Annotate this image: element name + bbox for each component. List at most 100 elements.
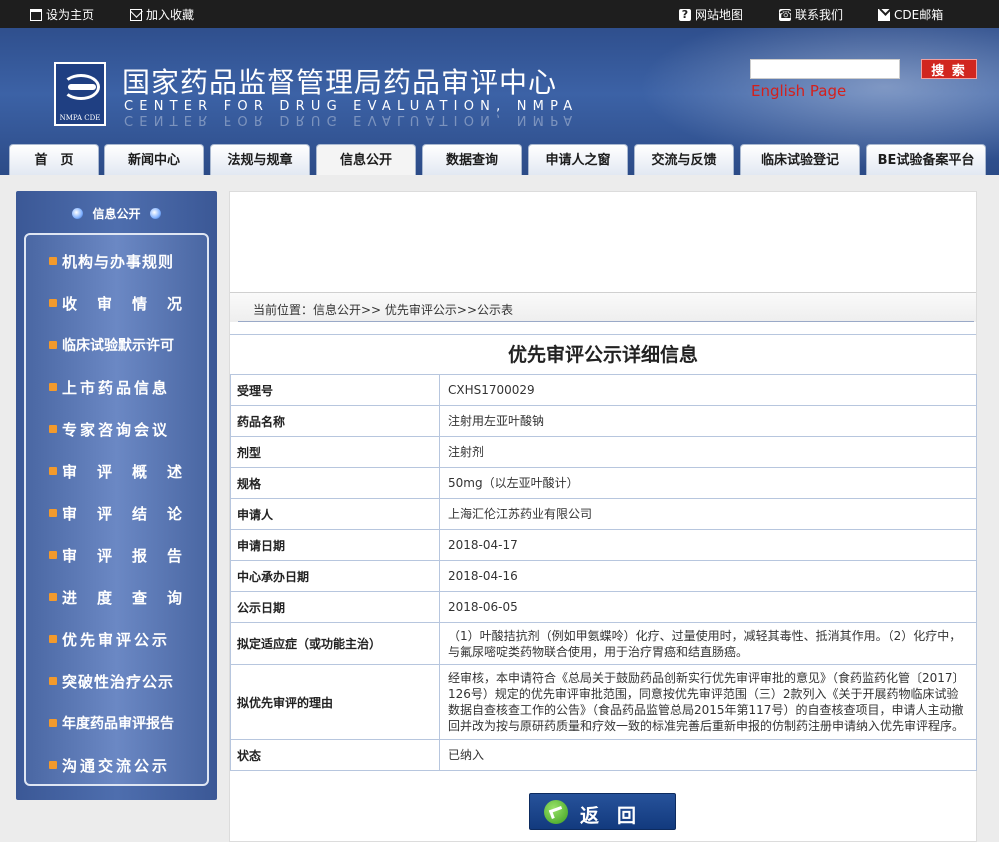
sidebar-item-priority-review[interactable]: 优先审评公示 xyxy=(26,619,207,659)
row-label: 受理号 xyxy=(230,374,440,406)
row-label: 申请人 xyxy=(230,498,440,530)
breadcrumb-bar: 当前位置：信息公开>> 优先审评公示>>公示表 xyxy=(230,292,976,322)
sidebar-item-review-report[interactable]: 审评报告 xyxy=(26,535,207,575)
rss-icon xyxy=(49,593,57,601)
main-content: 当前位置：信息公开>> 优先审评公示>>公示表 优先审评公示详细信息 受理号 C… xyxy=(229,191,977,842)
detail-table: 受理号 CXHS1700029 药品名称 注射用左亚叶酸钠 剂型 注射剂 规格 … xyxy=(230,374,977,771)
sitemap-link[interactable]: ? 网站地图 xyxy=(679,6,743,23)
cde-mail-link[interactable]: CDE邮箱 xyxy=(878,6,943,23)
sidebar-title: 信息公开 xyxy=(92,207,141,221)
sidebar-item-review-conclusion[interactable]: 审评结论 xyxy=(26,493,207,533)
top-utility-bar: 设为主页 加入收藏 ? 网站地图 ☎ 联系我们 CDE邮箱 xyxy=(0,0,999,28)
add-favorite-link[interactable]: 加入收藏 xyxy=(130,6,194,23)
row-value: 上海汇伦江苏药业有限公司 xyxy=(439,498,977,530)
rss-icon xyxy=(49,761,57,769)
nmpa-logo[interactable]: NMPA CDE xyxy=(54,62,106,126)
breadcrumb: 当前位置：信息公开>> 优先审评公示>>公示表 xyxy=(253,303,514,317)
english-page-link[interactable]: English Page xyxy=(751,82,846,100)
rss-icon xyxy=(49,383,57,391)
rss-icon xyxy=(49,509,57,517)
row-label: 公示日期 xyxy=(230,591,440,623)
rss-icon xyxy=(49,467,57,475)
table-row: 药品名称 注射用左亚叶酸钠 xyxy=(230,405,977,437)
rss-icon xyxy=(49,551,57,559)
sidebar-item-expert-meeting[interactable]: 专家咨询会议 xyxy=(26,409,207,449)
tab-regulations[interactable]: 法规与规章 xyxy=(210,144,310,175)
tab-feedback[interactable]: 交流与反馈 xyxy=(634,144,734,175)
row-value: 注射用左亚叶酸钠 xyxy=(439,405,977,437)
back-button-label: 返回 xyxy=(580,805,655,827)
row-value: （1）叶酸拮抗剂（例如甲氨蝶呤）化疗、过量使用时，减轻其毒性、抵消其作用。（2）… xyxy=(439,622,977,665)
rss-icon xyxy=(49,299,57,307)
cde-mail-label: CDE邮箱 xyxy=(894,8,944,22)
detail-title: 优先审评公示详细信息 xyxy=(230,334,976,374)
rss-icon xyxy=(49,257,57,265)
set-home-link[interactable]: 设为主页 xyxy=(30,6,94,23)
row-label: 拟优先审评的理由 xyxy=(230,664,440,740)
sidebar-item-rules[interactable]: 机构与办事规则 xyxy=(26,241,207,281)
row-label: 剂型 xyxy=(230,436,440,468)
sidebar-item-progress-query[interactable]: 进度查询 xyxy=(26,577,207,617)
table-row: 公示日期 2018-06-05 xyxy=(230,591,977,623)
row-value: 2018-06-05 xyxy=(439,591,977,623)
tab-data-query[interactable]: 数据查询 xyxy=(422,144,522,175)
rss-icon xyxy=(49,719,57,727)
row-label: 状态 xyxy=(230,739,440,771)
table-row: 拟定适应症（或功能主治） （1）叶酸拮抗剂（例如甲氨蝶呤）化疗、过量使用时，减轻… xyxy=(230,622,977,665)
tab-info-disclosure[interactable]: 信息公开 xyxy=(316,144,416,175)
row-value: CXHS1700029 xyxy=(439,374,977,406)
table-row: 中心承办日期 2018-04-16 xyxy=(230,560,977,592)
row-label: 药品名称 xyxy=(230,405,440,437)
sidebar-item-review-overview[interactable]: 审评概述 xyxy=(26,451,207,491)
row-label: 申请日期 xyxy=(230,529,440,561)
row-label: 规格 xyxy=(230,467,440,499)
rss-icon xyxy=(49,635,57,643)
table-row: 剂型 注射剂 xyxy=(230,436,977,468)
row-label: 拟定适应症（或功能主治） xyxy=(230,622,440,665)
sidebar-item-marketed-drugs[interactable]: 上市药品信息 xyxy=(26,367,207,407)
tab-home[interactable]: 首 页 xyxy=(9,144,99,175)
tab-applicant[interactable]: 申请人之窗 xyxy=(528,144,628,175)
sidebar-item-annual-report[interactable]: 年度药品审评报告 xyxy=(26,703,207,743)
rss-icon xyxy=(49,425,57,433)
table-row: 规格 50mg（以左亚叶酸计） xyxy=(230,467,977,499)
site-title: 国家药品监督管理局药品审评中心 xyxy=(122,66,558,99)
search-input[interactable] xyxy=(750,59,900,79)
sidebar-header: 信息公开 xyxy=(16,191,217,231)
search-button[interactable]: 搜 索 xyxy=(921,59,977,79)
table-row: 申请日期 2018-04-17 xyxy=(230,529,977,561)
sitemap-label: 网站地图 xyxy=(695,8,744,22)
table-row: 拟优先审评的理由 经审核，本申请符合《总局关于鼓励药品创新实行优先审评审批的意见… xyxy=(230,664,977,740)
contact-label: 联系我们 xyxy=(795,8,844,22)
tab-be-platform[interactable]: BE试验备案平台 xyxy=(866,144,986,175)
table-row: 申请人 上海汇伦江苏药业有限公司 xyxy=(230,498,977,530)
mail-icon xyxy=(878,8,890,21)
tab-news[interactable]: 新闻中心 xyxy=(104,144,204,175)
bullet-icon xyxy=(149,208,161,219)
back-arrow-icon xyxy=(544,800,568,824)
add-favorite-label: 加入收藏 xyxy=(146,8,195,22)
table-row: 状态 已纳入 xyxy=(230,739,977,771)
sidebar-item-breakthrough[interactable]: 突破性治疗公示 xyxy=(26,661,207,701)
sidebar: 信息公开 机构与办事规则 收审情况 临床试验默示许可 上市药品信息 专家咨询会议… xyxy=(16,191,217,800)
row-value: 注射剂 xyxy=(439,436,977,468)
row-value: 50mg（以左亚叶酸计） xyxy=(439,467,977,499)
row-value: 2018-04-17 xyxy=(439,529,977,561)
table-row: 受理号 CXHS1700029 xyxy=(230,374,977,406)
row-label: 中心承办日期 xyxy=(230,560,440,592)
row-value: 2018-04-16 xyxy=(439,560,977,592)
sidebar-item-clinical-permit[interactable]: 临床试验默示许可 xyxy=(26,325,207,365)
back-button[interactable]: 返回 xyxy=(529,793,676,830)
sidebar-item-communication[interactable]: 沟通交流公示 xyxy=(26,745,207,785)
sidebar-item-received[interactable]: 收审情况 xyxy=(26,283,207,323)
contact-link[interactable]: ☎ 联系我们 xyxy=(779,6,843,23)
row-value: 已纳入 xyxy=(439,739,977,771)
home-icon xyxy=(30,8,42,21)
sidebar-menu: 机构与办事规则 收审情况 临床试验默示许可 上市药品信息 专家咨询会议 审评概述… xyxy=(24,233,209,786)
tab-clinical-trial[interactable]: 临床试验登记 xyxy=(740,144,860,175)
site-subtitle-reflection: CENTER FOR DRUG EVALUATION, NMPA xyxy=(124,112,579,127)
phone-icon: ☎ xyxy=(779,7,793,21)
envelope-icon xyxy=(130,8,142,21)
set-home-label: 设为主页 xyxy=(46,8,95,22)
rss-icon xyxy=(49,677,57,685)
